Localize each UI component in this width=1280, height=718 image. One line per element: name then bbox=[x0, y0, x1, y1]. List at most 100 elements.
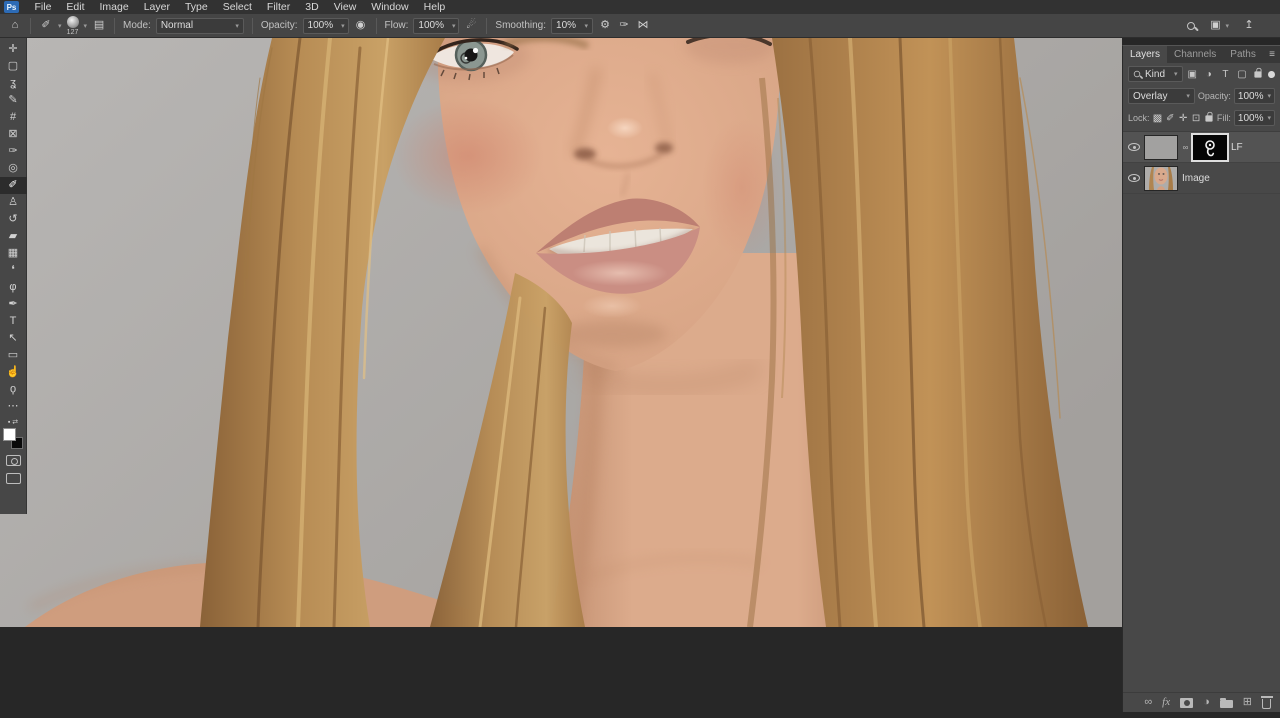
layer-name[interactable]: LF bbox=[1231, 142, 1243, 153]
layer-visibility-eye-icon[interactable] bbox=[1128, 143, 1140, 151]
chevron-down-icon: ▾ bbox=[585, 22, 589, 30]
menu-layer[interactable]: Layer bbox=[136, 0, 177, 14]
menu-filter[interactable]: Filter bbox=[259, 0, 297, 14]
menu-image[interactable]: Image bbox=[92, 0, 136, 14]
tool-frame[interactable]: ⊠ bbox=[0, 126, 27, 143]
layer-mask-thumbnail[interactable] bbox=[1193, 135, 1227, 160]
layer-opacity-select[interactable]: 100% ▾ bbox=[1234, 88, 1275, 104]
filter-adjustment-layers-icon[interactable]: ◑ bbox=[1202, 69, 1216, 80]
brush-settings-panel-icon[interactable]: ▤ bbox=[92, 20, 106, 31]
filter-shape-layers-icon[interactable]: ▢ bbox=[1235, 69, 1249, 80]
tool-spot-healing[interactable]: ◎ bbox=[0, 160, 27, 177]
airbrush-icon[interactable]: ☄ bbox=[464, 20, 478, 31]
flow-value: 100% bbox=[418, 20, 444, 31]
tab-channels[interactable]: Channels bbox=[1167, 46, 1223, 63]
quick-mask-mode-button[interactable] bbox=[6, 455, 21, 466]
opacity-select[interactable]: 100% ▾ bbox=[303, 18, 349, 34]
default-colors-icon[interactable]: ▪ bbox=[8, 419, 10, 426]
lock-transparency-icon[interactable]: ▩ bbox=[1153, 113, 1163, 124]
tool-clone-stamp[interactable]: ♙ bbox=[0, 194, 27, 211]
smoothing-select[interactable]: 10% ▾ bbox=[551, 18, 593, 34]
separator bbox=[252, 18, 253, 34]
panel-menu-icon[interactable]: ≡ bbox=[1264, 46, 1280, 63]
layer-thumbnail-photo[interactable] bbox=[1144, 166, 1178, 191]
menu-type[interactable]: Type bbox=[177, 0, 215, 14]
pen-pressure-opacity-icon[interactable]: ◉ bbox=[354, 20, 368, 31]
menu-file[interactable]: File bbox=[27, 0, 59, 14]
tool-quick-selection[interactable]: ✎ bbox=[0, 92, 27, 109]
tool-brush[interactable]: ✐ bbox=[0, 177, 27, 194]
tool-type[interactable]: T bbox=[0, 313, 27, 330]
tool-marquee[interactable]: ▢ bbox=[0, 58, 27, 75]
delete-layer-icon[interactable] bbox=[1262, 699, 1271, 709]
tool-path-selection[interactable]: ↖ bbox=[0, 330, 27, 347]
menu-edit[interactable]: Edit bbox=[59, 0, 92, 14]
chevron-down-icon: ▾ bbox=[84, 22, 88, 30]
add-layer-mask-icon[interactable] bbox=[1180, 698, 1193, 708]
layer-filtering-toggle[interactable] bbox=[1268, 71, 1275, 78]
swap-colors-icon[interactable]: ⇄ bbox=[12, 418, 18, 426]
separator bbox=[486, 18, 487, 34]
search-icon[interactable] bbox=[1187, 22, 1195, 30]
home-icon[interactable]: ⌂ bbox=[8, 20, 22, 31]
menu-select[interactable]: Select bbox=[215, 0, 259, 14]
chevron-down-icon: ▾ bbox=[58, 22, 62, 30]
blend-mode-select[interactable]: Normal ▾ bbox=[156, 18, 244, 34]
layer-visibility-eye-icon[interactable] bbox=[1128, 174, 1140, 182]
tool-pen[interactable]: ✒ bbox=[0, 296, 27, 313]
lock-position-icon[interactable]: ✛ bbox=[1178, 113, 1188, 124]
share-icon[interactable]: ↥ bbox=[1242, 20, 1256, 31]
tool-crop[interactable]: # bbox=[0, 109, 27, 126]
brush-tool-icon[interactable]: ✐ bbox=[39, 20, 53, 31]
brush-preset-picker[interactable]: 127 bbox=[67, 16, 79, 36]
foreground-color-swatch[interactable] bbox=[3, 428, 16, 441]
screen-mode-button[interactable] bbox=[6, 473, 21, 484]
tool-rectangle[interactable]: ▭ bbox=[0, 347, 27, 364]
tool-dodge[interactable]: φ bbox=[0, 279, 27, 296]
filter-type-layers-icon[interactable]: T bbox=[1219, 69, 1233, 80]
menu-3d[interactable]: 3D bbox=[298, 0, 326, 14]
tool-hand[interactable]: ☝ bbox=[0, 364, 27, 381]
new-layer-icon[interactable]: ⊞ bbox=[1243, 697, 1252, 708]
layer-row-lf[interactable]: ∞ LF bbox=[1123, 132, 1280, 163]
lock-artboard-icon[interactable]: ⊡ bbox=[1191, 113, 1201, 124]
flow-label: Flow: bbox=[385, 20, 409, 31]
tool-options-bar: ⌂ ✐ ▾ 127 ▾ ▤ Mode: Normal ▾ Opacity: 10… bbox=[0, 14, 1280, 38]
lock-paint-icon[interactable]: ✐ bbox=[1165, 113, 1175, 124]
smoothing-options-gear-icon[interactable]: ⚙ bbox=[598, 20, 612, 31]
layer-fill-select[interactable]: 100% ▾ bbox=[1234, 110, 1275, 126]
tool-history-brush[interactable]: ↺ bbox=[0, 211, 27, 228]
tool-zoom[interactable]: ϙ bbox=[0, 381, 27, 398]
filter-smart-objects-icon[interactable] bbox=[1252, 67, 1266, 81]
layer-name[interactable]: Image bbox=[1182, 173, 1210, 184]
menu-view[interactable]: View bbox=[326, 0, 364, 14]
tab-layers[interactable]: Layers bbox=[1123, 46, 1167, 63]
menu-window[interactable]: Window bbox=[364, 0, 416, 14]
edit-toolbar-ellipsis[interactable]: ⋯ bbox=[0, 398, 27, 415]
tool-gradient[interactable]: ▦ bbox=[0, 245, 27, 262]
menu-help[interactable]: Help bbox=[416, 0, 453, 14]
layer-style-fx-icon[interactable]: fx bbox=[1162, 697, 1170, 708]
layer-opacity-label: Opacity: bbox=[1198, 91, 1231, 101]
link-layers-icon[interactable]: ∞ bbox=[1144, 697, 1152, 708]
filter-pixel-layers-icon[interactable]: ▣ bbox=[1186, 69, 1200, 80]
document-canvas[interactable] bbox=[0, 38, 1122, 627]
layer-thumbnail-gray[interactable] bbox=[1144, 135, 1178, 160]
tool-blur[interactable]: ❛ bbox=[0, 262, 27, 279]
pen-pressure-size-icon[interactable]: ✑ bbox=[617, 20, 631, 31]
tool-lasso[interactable]: ʓ bbox=[0, 75, 27, 92]
layer-blend-mode-select[interactable]: Overlay ▾ bbox=[1128, 88, 1195, 104]
new-group-icon[interactable] bbox=[1220, 700, 1233, 708]
tool-eyedropper[interactable]: ✑ bbox=[0, 143, 27, 160]
flow-select[interactable]: 100% ▾ bbox=[413, 18, 459, 34]
layers-panel-footer: ∞ fx ◑ ⊞ bbox=[1123, 692, 1280, 712]
filter-kind-select[interactable]: Kind ▾ bbox=[1128, 66, 1183, 82]
layer-row-image[interactable]: Image bbox=[1123, 163, 1280, 194]
tool-eraser[interactable]: ▰ bbox=[0, 228, 27, 245]
workspace-switcher-icon[interactable]: ▣ bbox=[1208, 20, 1222, 31]
paint-symmetry-icon[interactable]: ⋈ bbox=[636, 20, 650, 31]
tab-paths[interactable]: Paths bbox=[1223, 46, 1263, 63]
tool-move[interactable]: ✛ bbox=[0, 41, 27, 58]
lock-all-icon[interactable] bbox=[1204, 111, 1214, 125]
new-adjustment-layer-icon[interactable]: ◑ bbox=[1203, 697, 1210, 708]
